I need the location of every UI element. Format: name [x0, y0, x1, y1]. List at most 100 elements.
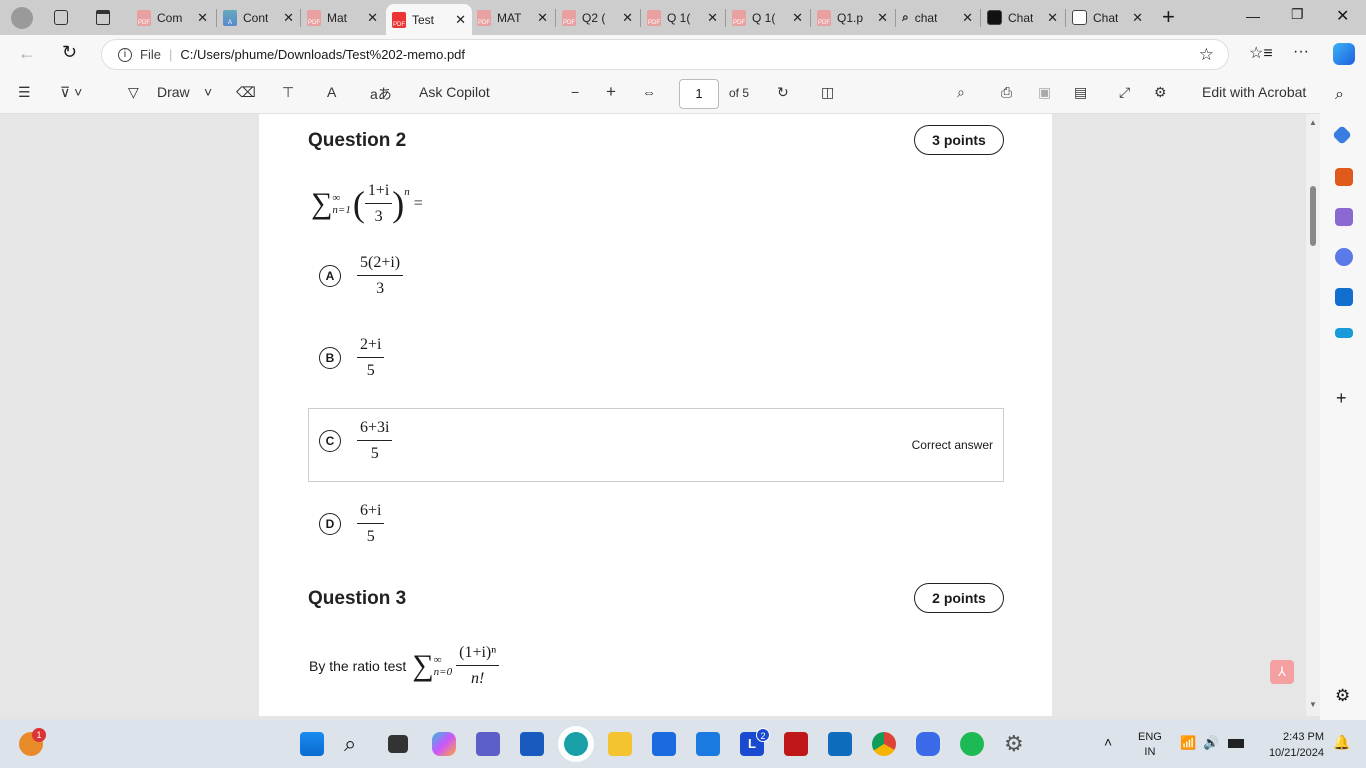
close-tab-button[interactable]: ✕	[962, 10, 973, 26]
translate-icon[interactable]: aあ	[370, 84, 392, 104]
tray-overflow-icon[interactable]: ˄	[1104, 734, 1112, 750]
tab-2[interactable]: PDF Mat ✕	[301, 4, 384, 31]
zoom-in-button[interactable]: +	[606, 82, 616, 102]
teams-icon[interactable]	[476, 732, 500, 756]
print-icon[interactable]: ⎙	[1001, 84, 1012, 101]
start-icon[interactable]	[300, 732, 324, 756]
wifi-icon[interactable]: 📶	[1180, 735, 1196, 751]
tab-6[interactable]: PDF Q 1(✕	[641, 4, 724, 31]
close-tab-button[interactable]: ✕	[1047, 10, 1058, 26]
search-icon[interactable]: ⌕	[344, 732, 368, 756]
games-icon[interactable]	[1335, 208, 1353, 226]
close-tab-button[interactable]: ✕	[367, 10, 378, 26]
close-tab-button[interactable]: ✕	[283, 10, 294, 26]
spotify-icon[interactable]	[960, 732, 984, 756]
settings-icon[interactable]: ⚙	[1004, 732, 1028, 756]
fullscreen-icon[interactable]: ⤢	[1119, 84, 1130, 101]
new-tab-button[interactable]: +	[1162, 4, 1175, 30]
pdf-icon: PDF	[137, 9, 151, 26]
outlook-icon[interactable]	[1335, 288, 1353, 306]
app-icon[interactable]	[916, 732, 940, 756]
workspaces-icon[interactable]	[54, 10, 68, 25]
store-icon[interactable]	[652, 732, 676, 756]
vertical-scrollbar[interactable]: ▲ ▼	[1306, 114, 1320, 716]
tab-4[interactable]: PDF MAT ✕	[471, 4, 554, 31]
close-tab-button[interactable]: ✕	[1132, 10, 1143, 26]
close-window-button[interactable]: ✕	[1336, 6, 1349, 26]
send-icon[interactable]	[1335, 328, 1353, 338]
acrobat-icon[interactable]: ⅄	[1270, 660, 1294, 684]
copilot-icon[interactable]	[432, 732, 456, 756]
tab-3[interactable]: PDF Test ✕	[386, 4, 472, 35]
rotate-icon[interactable]: ↻	[777, 84, 789, 101]
close-tab-button[interactable]: ✕	[537, 10, 548, 26]
page-view-icon[interactable]: ◫	[821, 84, 834, 101]
vertical-tabs-icon[interactable]	[96, 10, 110, 25]
minimize-button[interactable]: —	[1246, 8, 1260, 24]
tab-9[interactable]: ⌕ chat ✕	[896, 4, 979, 31]
zoom-out-button[interactable]: −	[571, 84, 579, 100]
tab-10[interactable]: Chat ✕	[981, 4, 1064, 31]
profile-icon[interactable]	[11, 7, 33, 29]
page-number-input[interactable]: 1	[679, 79, 719, 109]
mcafee-icon[interactable]	[784, 732, 808, 756]
language-indicator[interactable]: ENG IN	[1138, 730, 1162, 760]
draw-icon[interactable]: ▽	[128, 84, 139, 101]
mail-icon[interactable]	[696, 732, 720, 756]
tab-8[interactable]: PDF Q1.p ✕	[811, 4, 894, 31]
more-menu-icon[interactable]: ···	[1293, 43, 1309, 61]
task-view-icon[interactable]	[388, 735, 408, 753]
chrome-icon[interactable]	[872, 732, 896, 756]
outlook-icon[interactable]	[828, 732, 852, 756]
volume-icon[interactable]: 🔊	[1203, 735, 1219, 751]
file-explorer-icon[interactable]	[608, 732, 632, 756]
tab-11[interactable]: Chat ✕	[1066, 4, 1149, 31]
close-tab-button[interactable]: ✕	[455, 12, 466, 28]
search-icon[interactable]: ⌕	[957, 84, 965, 101]
tab-0[interactable]: PDF Com ✕	[131, 4, 214, 31]
close-tab-button[interactable]: ✕	[877, 10, 888, 26]
notifications-icon[interactable]: 🔔	[1333, 734, 1350, 751]
copilot-icon[interactable]	[1333, 43, 1355, 65]
text-box-icon[interactable]: ⊤	[282, 84, 294, 101]
sidebar-settings-icon[interactable]: ⚙	[1335, 686, 1350, 706]
tab-7[interactable]: PDF Q 1(✕	[726, 4, 809, 31]
scrollbar-thumb[interactable]	[1310, 186, 1316, 246]
fit-width-icon[interactable]: ⇔	[642, 84, 656, 100]
read-aloud-icon[interactable]: A	[327, 84, 336, 100]
edit-with-acrobat-button[interactable]: Edit with Acrobat	[1202, 84, 1306, 100]
tab-1[interactable]: A Cont ✕	[217, 4, 300, 31]
option-b: B 2+i 5	[319, 336, 385, 380]
language: ENG	[1138, 731, 1162, 743]
close-tab-button[interactable]: ✕	[707, 10, 718, 26]
refresh-button[interactable]: ↻	[62, 42, 77, 63]
battery-icon[interactable]	[1228, 739, 1244, 748]
save-icon[interactable]: ▣	[1038, 84, 1051, 101]
back-button[interactable]: ←	[18, 43, 36, 64]
edge-icon[interactable]	[564, 732, 588, 756]
favorite-star-icon[interactable]: ☆	[1199, 45, 1214, 65]
draw-dropdown-icon[interactable]: ˅	[204, 84, 212, 100]
save-as-icon[interactable]: ▤	[1074, 84, 1087, 101]
draw-button[interactable]: Draw	[157, 84, 190, 100]
close-tab-button[interactable]: ✕	[622, 10, 633, 26]
ask-copilot-button[interactable]: Ask Copilot	[419, 84, 490, 100]
tab-5[interactable]: PDF Q2 (✕	[556, 4, 639, 31]
add-sidebar-app-icon[interactable]: +	[1336, 388, 1347, 409]
close-tab-button[interactable]: ✕	[792, 10, 803, 26]
clock[interactable]: 2:43 PM 10/21/2024	[1258, 729, 1324, 761]
contents-icon[interactable]: ☰	[18, 84, 31, 101]
microsoft365-icon[interactable]	[1335, 248, 1353, 266]
word-icon[interactable]	[520, 732, 544, 756]
tools-icon[interactable]	[1335, 168, 1353, 186]
settings-icon[interactable]: ⚙	[1154, 84, 1167, 101]
favorites-icon[interactable]: ☆≡	[1249, 43, 1273, 63]
url-field[interactable]: i File | C:/Users/phume/Downloads/Test%2…	[101, 39, 1229, 70]
shopping-icon[interactable]	[1332, 125, 1352, 145]
eraser-icon[interactable]: ⌫	[236, 84, 256, 101]
search-icon[interactable]: ⌕	[1335, 86, 1344, 104]
highlight-icon[interactable]: ⊽ ˅	[60, 84, 82, 101]
sum-upper: ∞	[332, 192, 341, 204]
restore-button[interactable]: ❐	[1291, 6, 1304, 23]
close-tab-button[interactable]: ✕	[197, 10, 208, 26]
